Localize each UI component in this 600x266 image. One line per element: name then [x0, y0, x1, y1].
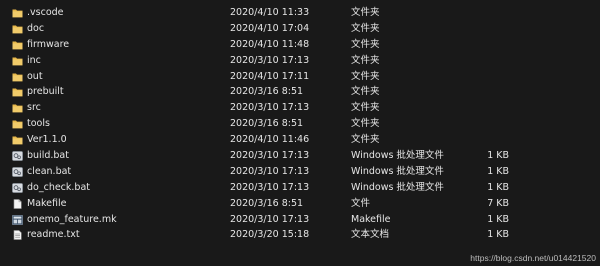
file-date: 2020/4/10 11:48 — [230, 38, 310, 50]
text-file-icon — [12, 230, 23, 241]
folder-icon — [12, 103, 23, 113]
file-row[interactable]: inc 2020/3/10 17:13 文件夹 — [0, 53, 600, 69]
file-row[interactable]: out 2020/4/10 17:11 文件夹 — [0, 69, 600, 85]
file-size: 1 KB — [487, 165, 509, 177]
file-name: inc — [27, 54, 41, 66]
file-icon — [12, 198, 23, 209]
file-name: clean.bat — [27, 165, 72, 177]
batch-file-icon — [12, 182, 23, 193]
file-type: Windows 批处理文件 — [351, 150, 444, 162]
file-row[interactable]: readme.txt 2020/3/20 15:18 文本文档 1 KB — [0, 227, 600, 243]
batch-file-icon — [12, 167, 23, 177]
file-type: 文件夹 — [351, 54, 380, 66]
folder-icon — [12, 24, 23, 34]
file-size: 7 KB — [487, 197, 509, 209]
makefile-icon — [12, 214, 23, 225]
folder-icon — [12, 119, 23, 129]
file-date: 2020/3/10 17:13 — [230, 54, 310, 66]
batch-file-icon — [12, 151, 23, 161]
file-row[interactable]: Makefile 2020/3/16 8:51 文件 7 KB — [0, 196, 600, 212]
file-date: 2020/3/10 17:13 — [230, 150, 310, 162]
watermark-url: https://blog.csdn.net/u014421520 — [470, 253, 596, 263]
file-date: 2020/4/10 11:33 — [230, 7, 310, 18]
file-row[interactable]: do_check.bat 2020/3/10 17:13 Windows 批处理文件… — [0, 180, 600, 196]
file-name: build.bat — [27, 150, 69, 162]
file-date: 2020/3/16 8:51 — [230, 197, 304, 209]
file-size: 1 KB — [487, 213, 509, 225]
file-name: tools — [27, 118, 50, 130]
file-name: out — [27, 70, 43, 82]
file-date: 2020/3/10 17:13 — [230, 102, 310, 114]
file-date: 2020/3/10 17:13 — [230, 213, 310, 225]
file-row[interactable]: .vscode 2020/4/10 11:33 文件夹 — [0, 5, 600, 21]
file-row[interactable]: build.bat 2020/3/10 17:13 Windows 批处理文件 1 K… — [0, 148, 600, 164]
file-name: prebuilt — [27, 86, 64, 98]
file-date: 2020/3/16 8:51 — [230, 86, 304, 98]
file-size: 1 KB — [487, 229, 509, 241]
file-size: 1 KB — [487, 181, 509, 193]
file-type: 文件夹 — [351, 38, 380, 50]
file-type: 文件夹 — [351, 102, 380, 114]
file-name: onemo_feature.mk — [27, 213, 117, 225]
file-row[interactable]: Ver1.1.0 2020/4/10 11:46 文件夹 — [0, 132, 600, 148]
file-name: doc — [27, 22, 45, 34]
folder-icon — [12, 56, 23, 66]
file-name: src — [27, 102, 41, 114]
file-name: firmware — [27, 38, 70, 50]
file-row[interactable]: tools 2020/3/16 8:51 文件夹 — [0, 116, 600, 132]
file-date: 2020/4/10 17:04 — [230, 22, 310, 34]
file-date: 2020/4/10 17:11 — [230, 70, 310, 82]
file-date: 2020/3/16 8:51 — [230, 118, 304, 130]
file-type: 文件夹 — [351, 70, 380, 82]
folder-icon — [12, 40, 23, 50]
folder-icon — [12, 8, 23, 18]
file-type: 文本文档 — [351, 229, 390, 241]
file-row[interactable]: src 2020/3/10 17:13 文件夹 — [0, 100, 600, 116]
file-name: Makefile — [27, 197, 67, 209]
file-name: .vscode — [27, 7, 64, 18]
file-row[interactable]: firmware 2020/4/10 11:48 文件夹 — [0, 37, 600, 53]
file-type: Windows 批处理文件 — [351, 165, 444, 177]
file-type: 文件夹 — [351, 86, 380, 98]
file-type: 文件夹 — [351, 22, 380, 34]
file-type: Makefile — [351, 213, 391, 225]
file-row[interactable]: clean.bat 2020/3/10 17:13 Windows 批处理文件 1 K… — [0, 164, 600, 180]
file-type: 文件夹 — [351, 7, 380, 18]
file-date: 2020/3/10 17:13 — [230, 165, 310, 177]
file-date: 2020/3/20 15:18 — [230, 229, 310, 241]
file-size: 1 KB — [487, 150, 509, 162]
file-type: Windows 批处理文件 — [351, 181, 444, 193]
file-name: readme.txt — [27, 229, 80, 241]
file-date: 2020/3/10 17:13 — [230, 181, 310, 193]
file-date: 2020/4/10 11:46 — [230, 134, 310, 146]
file-type: 文件夹 — [351, 134, 380, 146]
file-type: 文件 — [351, 197, 371, 209]
file-row[interactable]: prebuilt 2020/3/16 8:51 文件夹 — [0, 84, 600, 100]
file-row[interactable]: doc 2020/4/10 17:04 文件夹 — [0, 21, 600, 37]
file-list: .vscode 2020/4/10 11:33 文件夹 doc 2020/4/10 1… — [0, 5, 600, 243]
file-type: 文件夹 — [351, 118, 380, 130]
file-row[interactable]: onemo_feature.mk 2020/3/10 17:13 Makefile 1… — [0, 212, 600, 228]
folder-icon — [12, 87, 23, 97]
folder-icon — [12, 72, 23, 82]
folder-icon — [12, 135, 23, 145]
file-name: do_check.bat — [27, 181, 91, 193]
file-name: Ver1.1.0 — [27, 134, 67, 146]
